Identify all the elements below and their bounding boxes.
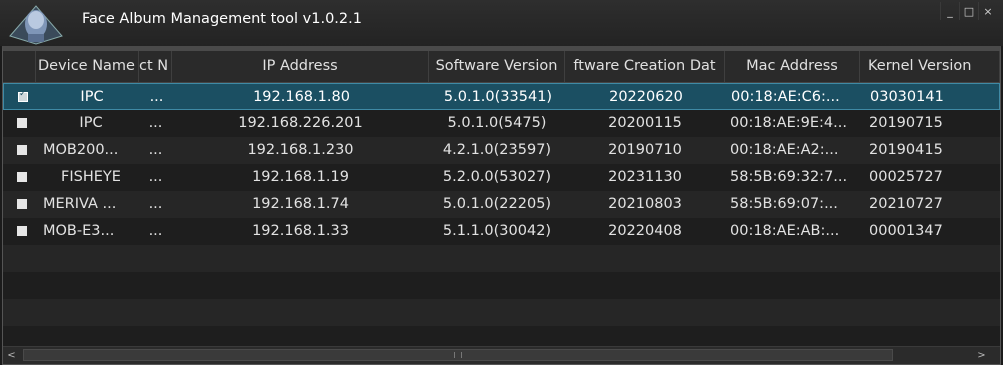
cell-ip-address: 192.168.226.201 [238, 115, 363, 131]
cell-device-name: MERIVA ... [43, 196, 117, 212]
column-header-mac-address[interactable]: Mac Address [725, 51, 860, 82]
cell-device-name: IPC [80, 89, 104, 105]
horizontal-scrollbar[interactable]: < > [3, 346, 1000, 364]
cell-kernel-version: 20210727 [869, 196, 943, 212]
cell-mac-address: 00:18:AE:A2:... [730, 142, 839, 158]
empty-row [3, 299, 1000, 326]
table-row[interactable]: IPC ... 192.168.226.201 5.0.1.0(5475) 20… [3, 110, 1000, 137]
cell-mac-address: 58:5B:69:32:7... [730, 169, 848, 185]
column-header-software-creation-date[interactable]: ftware Creation Dat [565, 51, 725, 82]
cell-ct: ... [148, 223, 163, 239]
scroll-left-arrow-icon[interactable]: < [3, 347, 20, 364]
cell-device-name: IPC [79, 115, 103, 131]
cell-creation-date: 20231130 [608, 169, 682, 185]
cell-software-version: 5.0.1.0(5475) [447, 115, 547, 131]
table-row[interactable]: MOB200... ... 192.168.1.230 4.2.1.0(2359… [3, 137, 1000, 164]
cell-kernel-version: 00001347 [869, 223, 943, 239]
scrollbar-grip-icon [454, 352, 462, 358]
cell-software-version: 5.1.1.0(30042) [442, 223, 552, 239]
cell-creation-date: 20220620 [609, 89, 683, 105]
cell-creation-date: 20190710 [608, 142, 682, 158]
row-checkbox[interactable] [17, 172, 27, 182]
cell-creation-date: 20200115 [608, 115, 682, 131]
scroll-right-arrow-icon[interactable]: > [973, 347, 990, 364]
cell-ip-address: 192.168.1.230 [247, 142, 354, 158]
row-checkbox[interactable] [17, 199, 27, 209]
minimize-button[interactable]: _ [940, 2, 959, 20]
cell-ip-address: 192.168.1.80 [253, 89, 350, 105]
cell-software-version: 5.2.0.0(53027) [442, 169, 552, 185]
table-row[interactable]: MERIVA ... ... 192.168.1.74 5.0.1.0(2220… [3, 191, 1000, 218]
cell-software-version: 5.0.1.0(33541) [443, 89, 553, 105]
table-row[interactable]: FISHEYE ... 192.168.1.19 5.2.0.0(53027) … [3, 164, 1000, 191]
table-header: Device Name ct N IP Address Software Ver… [3, 51, 1000, 83]
cell-software-version: 4.2.1.0(23597) [442, 142, 552, 158]
cell-ip-address: 192.168.1.74 [252, 196, 349, 212]
row-checkbox[interactable] [17, 118, 27, 128]
table-row[interactable]: MOB-E3... ... 192.168.1.33 5.1.1.0(30042… [3, 218, 1000, 245]
empty-row [3, 245, 1000, 272]
cell-mac-address: 58:5B:69:07:... [730, 196, 838, 212]
empty-row [3, 272, 1000, 299]
maximize-button[interactable]: □ [959, 2, 978, 20]
close-button[interactable]: × [978, 2, 997, 20]
cell-ct: ... [148, 115, 163, 131]
cell-kernel-version: 20190715 [869, 115, 943, 131]
cell-device-name: FISHEYE [61, 169, 121, 185]
cell-ct: ... [149, 89, 164, 105]
column-header-ip-address[interactable]: IP Address [172, 51, 429, 82]
cell-ct: ... [148, 196, 163, 212]
cell-creation-date: 20210803 [608, 196, 682, 212]
cell-kernel-version: 00025727 [869, 169, 943, 185]
cell-device-name: MOB200... [43, 142, 119, 158]
row-checkbox[interactable] [17, 226, 27, 236]
cell-device-name: MOB-E3... [43, 223, 115, 239]
cell-ip-address: 192.168.1.33 [252, 223, 349, 239]
cell-mac-address: 00:18:AE:9E:4... [730, 115, 847, 131]
cell-ip-address: 192.168.1.19 [252, 169, 349, 185]
cell-creation-date: 20220408 [608, 223, 682, 239]
scrollbar-thumb[interactable] [23, 349, 893, 361]
cell-mac-address: 00:18:AE:C6:... [731, 89, 840, 105]
column-header-kernel-version[interactable]: Kernel Version [860, 51, 1000, 82]
cell-software-version: 5.0.1.0(22205) [442, 196, 552, 212]
cell-ct: ... [148, 142, 163, 158]
window-title: Face Album Management tool v1.0.2.1 [82, 11, 362, 27]
table-row[interactable]: IPC ... 192.168.1.80 5.0.1.0(33541) 2022… [3, 83, 1000, 110]
header-checkbox-column[interactable] [3, 51, 36, 82]
cell-mac-address: 00:18:AE:AB:... [730, 223, 840, 239]
title-bar: Face Album Management tool v1.0.2.1 _ □ … [0, 0, 1003, 46]
device-table: Device Name ct N IP Address Software Ver… [2, 46, 1001, 365]
column-header-ct[interactable]: ct N [139, 51, 172, 82]
app-logo-icon [9, 5, 63, 45]
column-header-device-name[interactable]: Device Name [36, 51, 139, 82]
row-checkbox[interactable] [17, 145, 27, 155]
cell-ct: ... [148, 169, 163, 185]
row-checkbox[interactable] [18, 89, 28, 102]
cell-kernel-version: 20190415 [869, 142, 943, 158]
cell-kernel-version: 03030141 [870, 89, 944, 105]
column-header-software-version[interactable]: Software Version [429, 51, 565, 82]
